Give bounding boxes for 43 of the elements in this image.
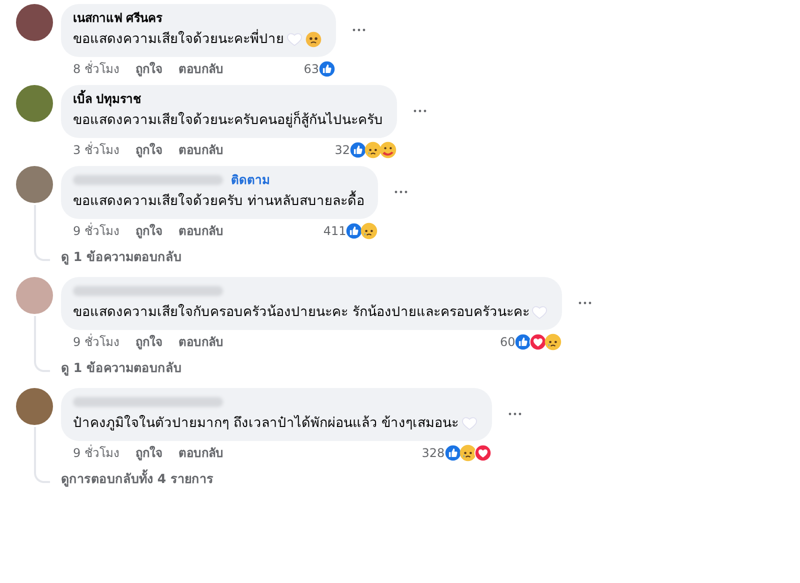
reply-link[interactable]: ตอบกลับ [178, 221, 224, 241]
like-link[interactable]: ถูกใจ [135, 59, 162, 79]
reaction-count[interactable]: 63 [304, 59, 319, 79]
like-link[interactable]: ถูกใจ [135, 221, 162, 241]
comment-time[interactable]: 8 ชั่วโมง [73, 59, 120, 79]
like-link[interactable]: ถูกใจ [135, 443, 162, 463]
like-link[interactable]: ถูกใจ [135, 332, 162, 352]
reaction-count[interactable]: 60 [500, 332, 516, 352]
comment-time[interactable]: 9 ชั่วโมง [73, 332, 120, 352]
like-link[interactable]: ถูกใจ [135, 140, 162, 160]
avatar[interactable] [16, 388, 53, 425]
comment-text: ขอแสดงความเสียใจด้วยครับ ท่านหลับสบายละดื้อ [73, 189, 364, 213]
commenter-name[interactable]: เบิ้ล ปทุมราช [73, 90, 142, 108]
reply-link[interactable]: ตอบกลับ [178, 443, 224, 463]
more-options-icon[interactable] [508, 412, 522, 416]
more-options-icon[interactable] [394, 190, 408, 194]
comment-time[interactable]: 9 ชั่วโมง [73, 221, 120, 241]
thread-line [34, 205, 50, 261]
more-options-icon[interactable] [352, 28, 366, 32]
view-replies-link[interactable]: ดู 1 ข้อความตอบกลับ [61, 247, 408, 267]
more-options-icon[interactable] [578, 301, 592, 305]
comment-time[interactable]: 9 ชั่วโมง [73, 443, 120, 463]
commenter-name[interactable]: เนสกาแฟ ศรีนคร [73, 9, 162, 27]
comment-text: ขอแสดงความเสียใจกับครอบครัวน้องปายนะคะ รักน้องปายและครอบครัวนะคะ [73, 303, 530, 322]
comment-text: ขอแสดงความเสียใจด้วยนะคะพี่ปาย [73, 28, 284, 49]
view-replies-link[interactable]: ดูการตอบกลับทั้ง 4 รายการ [61, 469, 522, 489]
comment-text: ขอแสดงความเสียใจด้วยนะครับคนอยู่ก็สู้กันไปนะครับ [73, 110, 383, 130]
avatar[interactable] [16, 166, 53, 203]
follow-link[interactable]: ติดตาม [231, 171, 270, 189]
more-options-icon[interactable] [413, 109, 427, 113]
reply-link[interactable]: ตอบกลับ [178, 59, 224, 79]
comment-time[interactable]: 3 ชั่วโมง [73, 140, 120, 160]
comment-text: ป๋าคงภูมิใจในตัวปายมากๆ ถึงเวลาป๋าได้พักผ่อนแล้ว ข้างๆเสมอนะ [73, 414, 459, 433]
reply-link[interactable]: ตอบกลับ [178, 332, 224, 352]
reaction-count[interactable]: 328 [422, 443, 445, 463]
thread-line [34, 316, 50, 372]
avatar[interactable] [16, 85, 53, 122]
reaction-count[interactable]: 32 [334, 140, 350, 160]
avatar[interactable] [16, 4, 53, 41]
reaction-count[interactable]: 411 [323, 221, 346, 241]
thread-line [34, 427, 50, 483]
reply-link[interactable]: ตอบกลับ [178, 140, 224, 160]
view-replies-link[interactable]: ดู 1 ข้อความตอบกลับ [61, 358, 592, 378]
